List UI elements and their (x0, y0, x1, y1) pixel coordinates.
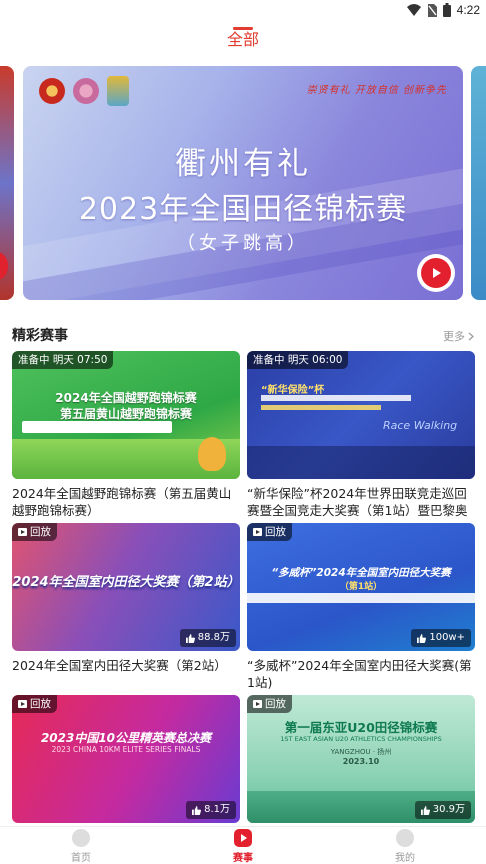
thumbs-up-icon (420, 805, 430, 815)
thumbnail-title-line3: YANGZHOU · 扬州 (330, 748, 392, 756)
event-card[interactable]: 2024年全国越野跑锦标赛 第五届黄山越野跑锦标赛 准备中 明天 07:50 2… (12, 351, 240, 519)
thumbnail-title-line2: 2023 CHINA 10KM ELITE SERIES FINALS (51, 745, 201, 754)
status-badge-label: 回放 (265, 526, 286, 538)
thumbnail-title-line2: （第1站） (339, 582, 383, 592)
likes-count: 100w+ (411, 629, 471, 647)
mascot-image (198, 437, 226, 471)
likes-count-value: 100w+ (429, 632, 465, 643)
thumbs-up-icon (417, 633, 427, 643)
event-card[interactable]: “新华保险”杯 Race Walking 准备中 明天 06:00 “新华保险”… (247, 351, 475, 519)
nav-item-events[interactable]: 赛事 (213, 829, 273, 864)
event-thumbnail: 2023中国10公里精英赛总决赛 2023 CHINA 10KM ELITE S… (12, 695, 240, 823)
event-title: 2024年全国越野跑锦标赛（第五届黄山越野跑锦标赛） (12, 486, 232, 518)
banner-title-line2: 2023年全国田径锦标赛 (78, 192, 408, 227)
chevron-right-icon (468, 332, 474, 340)
event-logo (73, 78, 99, 104)
banner-play-button[interactable] (417, 254, 455, 292)
profile-icon (396, 829, 414, 847)
likes-count-value: 30.9万 (432, 804, 465, 815)
status-bar: 4:22 (0, 0, 486, 22)
nav-label-events: 赛事 (233, 853, 253, 864)
likes-count-value: 8.1万 (204, 804, 230, 815)
thumbnail-title-line1: 2024年全国越野跑锦标赛 (55, 391, 197, 405)
banner-next-slide[interactable] (471, 66, 486, 300)
quzhou-logo (107, 76, 129, 106)
event-thumbnail: 2024年全国室内田径大奖赛（第2站） 回放 88.8万 (12, 523, 240, 651)
status-time: 4:22 (456, 3, 480, 17)
nav-item-home[interactable]: 首页 (51, 829, 111, 864)
nav-label-profile: 我的 (395, 853, 415, 864)
sponsor-strip (247, 593, 475, 603)
event-thumbnail: 第一届东亚U20田径锦标赛 1ST EAST ASIAN U20 ATHLETI… (247, 695, 475, 823)
banner-slide[interactable]: 崇贤有礼 开放自信 创新争先 衢州有礼 2023年全国田径锦标赛 （女子跳高） (23, 66, 463, 300)
tab-all-label: 全部 (226, 30, 259, 49)
status-badge: 回放 (12, 523, 57, 541)
event-card[interactable]: “多威杯”2024年全国室内田径大奖赛 （第1站） 回放 100w+ “多威杯”… (247, 523, 475, 691)
status-badge: 回放 (247, 695, 292, 713)
event-thumbnail: “多威杯”2024年全国室内田径大奖赛 （第1站） 回放 100w+ (247, 523, 475, 651)
sponsor-strip (22, 421, 172, 433)
banner-prev-slide[interactable] (0, 66, 14, 300)
thumbnail-title-line4: 2023.10 (342, 757, 380, 766)
event-title: “新华保险”杯2024年世界田联竞走巡回赛暨全国竞走大奖赛（第1站）暨巴黎奥运会 (247, 486, 468, 518)
home-icon (72, 829, 90, 847)
replay-icon (253, 700, 262, 708)
thumbnail-subtitle-strip (261, 405, 381, 410)
play-icon (421, 258, 451, 288)
status-badge: 回放 (12, 695, 57, 713)
more-link-label: 更多 (443, 330, 465, 343)
likes-count-value: 88.8万 (197, 632, 230, 643)
battery-icon (442, 3, 451, 17)
nav-label-home: 首页 (71, 853, 91, 864)
thumbs-up-icon (185, 633, 195, 643)
status-badge: 准备中 明天 06:00 (247, 351, 349, 369)
thumbs-up-icon (192, 805, 202, 815)
thumbnail-title-line1: 2023中国10公里精英赛总决赛 (40, 731, 212, 745)
more-link[interactable]: 更多 (443, 328, 474, 344)
wifi-icon (406, 4, 421, 16)
status-badge-label: 回放 (30, 526, 51, 538)
event-thumbnail: 2024年全国越野跑锦标赛 第五届黄山越野跑锦标赛 准备中 明天 07:50 (12, 351, 240, 479)
tab-active-indicator (233, 27, 253, 30)
thumbnail-title-line2: 第五届黄山越野跑锦标赛 (59, 407, 192, 421)
event-title: “多威杯”2024年全国室内田径大奖赛(第1站) (247, 658, 472, 690)
thumbnail-subtitle-strip (261, 395, 411, 401)
likes-count: 8.1万 (186, 801, 236, 819)
likes-count: 30.9万 (414, 801, 471, 819)
replay-icon (18, 700, 27, 708)
thumbnail-title-line1: “多威杯”2024年全国室内田径大奖赛 (271, 567, 451, 579)
event-thumbnail: “新华保险”杯 Race Walking 准备中 明天 06:00 (247, 351, 475, 479)
emblem-logo (39, 78, 65, 104)
status-badge-label: 回放 (265, 698, 286, 710)
banner-logos (39, 76, 129, 106)
play-icon (234, 829, 252, 847)
banner-title-line1: 衢州有礼 (175, 146, 311, 182)
bottom-nav: 首页 赛事 我的 (0, 826, 486, 864)
thumbnail-title-line1: 2024年全国室内田径大奖赛（第2站） (12, 575, 240, 590)
status-badge: 回放 (247, 523, 292, 541)
thumbnail-title-line1: 第一届东亚U20田径锦标赛 (284, 720, 438, 735)
replay-icon (18, 528, 27, 536)
sim-card-icon (427, 3, 437, 17)
event-card[interactable]: 2024年全国室内田径大奖赛（第2站） 回放 88.8万 2024年全国室内田径… (12, 523, 240, 691)
thumbnail-title-line2: Race Walking (383, 419, 458, 432)
banner-slogan: 崇贤有礼 开放自信 创新争先 (306, 85, 447, 96)
nav-item-profile[interactable]: 我的 (375, 829, 435, 864)
thumbnail-title-line1: “新华保险”杯 (261, 385, 325, 396)
thumbnail-title-line2: 1ST EAST ASIAN U20 ATHLETICS CHAMPIONSHI… (280, 735, 442, 743)
play-button-icon (0, 251, 8, 281)
likes-count: 88.8万 (179, 629, 236, 647)
event-title: 2024年全国室内田径大奖赛（第2站） (12, 658, 227, 673)
banner-title-line3: （女子跳高） (177, 233, 309, 254)
status-badge-label: 回放 (30, 698, 51, 710)
status-badge: 准备中 明天 07:50 (12, 351, 114, 369)
replay-icon (253, 528, 262, 536)
runners-silhouette (247, 446, 475, 479)
section-title: 精彩赛事 (12, 328, 68, 344)
